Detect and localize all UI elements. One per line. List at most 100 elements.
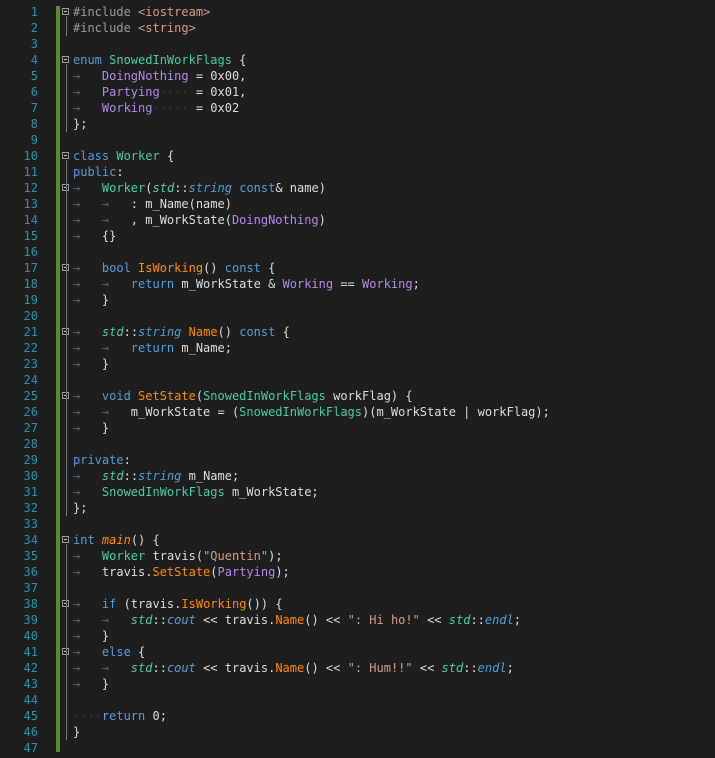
code-line[interactable]: 31 → SnowedInWorkFlags m_WorkState;: [24, 484, 715, 500]
code-line[interactable]: 35 → Worker travis("Quentin");: [24, 548, 715, 564]
code-token: :: [123, 453, 131, 467]
code-line[interactable]: 30 → std::string m_Name;: [24, 468, 715, 484]
code-token: →: [73, 69, 102, 83]
code-token: m_WorkState;: [224, 485, 319, 499]
code-text: → }: [73, 420, 109, 436]
code-line[interactable]: 45 ····return 0;: [24, 708, 715, 724]
code-token: & name): [275, 181, 326, 195]
code-line[interactable]: 9: [31, 132, 715, 148]
code-text: → {}: [73, 228, 116, 244]
code-line[interactable]: 20: [24, 308, 715, 324]
code-token: SetState: [138, 389, 196, 403]
code-token: <<: [412, 661, 442, 675]
code-line[interactable]: 38 → if (travis.IsWorking()) {: [24, 596, 715, 612]
code-token: SnowedInWorkFlags: [239, 405, 362, 419]
code-token: Name: [275, 661, 305, 675]
code-text: → → std::cout << travis.Name() << ": Hi …: [73, 612, 521, 628]
line-number: 23: [23, 357, 38, 371]
code-line[interactable]: 19 → }: [24, 292, 715, 308]
code-token: Worker: [101, 181, 146, 195]
code-token: m_WorkState = (: [130, 405, 240, 419]
collapse-icon[interactable]: [62, 152, 69, 159]
code-line[interactable]: 37: [24, 580, 715, 596]
code-line[interactable]: 17 → bool IsWorking() const {: [24, 260, 715, 276]
code-token: m_Name;: [181, 469, 240, 483]
code-line[interactable]: 46}: [24, 724, 715, 740]
code-line[interactable]: 12 → Worker(std::string const& name): [24, 180, 715, 196]
code-line[interactable]: 13 → → : m_Name(name): [24, 196, 715, 212]
code-text: #include <iostream>: [73, 4, 210, 20]
line-number: 13: [23, 197, 38, 211]
code-token: std: [448, 613, 471, 627]
code-line[interactable]: 28: [24, 436, 715, 452]
line-number: 28: [23, 437, 38, 451]
code-line[interactable]: 10 class Worker {: [24, 148, 715, 164]
code-token: →: [73, 645, 102, 659]
collapse-icon[interactable]: [62, 8, 69, 15]
code-line[interactable]: 44: [24, 692, 715, 708]
code-line[interactable]: 18 → → return m_WorkState & Working == Wo…: [24, 276, 715, 292]
code-line[interactable]: 33: [24, 516, 715, 532]
fold-guide-line: [66, 336, 67, 372]
code-line[interactable]: 1 #include <iostream>: [31, 4, 715, 20]
code-line[interactable]: 5 → DoingNothing = 0x00,: [31, 68, 715, 84]
code-line[interactable]: 42 → → std::cout << travis.Name() << ": H…: [24, 660, 715, 676]
line-number: 42: [23, 661, 38, 675]
code-line[interactable]: 15 → {}: [24, 228, 715, 244]
code-token: ()) {: [246, 597, 283, 611]
code-line[interactable]: 27 → }: [24, 420, 715, 436]
code-line[interactable]: 16: [24, 244, 715, 260]
collapse-icon[interactable]: [62, 56, 69, 63]
collapse-icon[interactable]: [62, 536, 69, 543]
code-line[interactable]: 7 → Working····· = 0x02: [31, 100, 715, 116]
code-line[interactable]: 3: [31, 36, 715, 52]
code-text: → DoingNothing = 0x00,: [73, 68, 246, 84]
code-line[interactable]: 8};: [31, 116, 715, 132]
code-line[interactable]: 11 public:: [24, 164, 715, 180]
code-line[interactable]: 29 private:: [24, 452, 715, 468]
code-line[interactable]: 25 → void SetState(SnowedInWorkFlags work…: [24, 388, 715, 404]
code-token: ::: [152, 661, 167, 675]
code-line[interactable]: 34 int main() {: [24, 532, 715, 548]
line-number: 27: [23, 421, 38, 435]
code-line[interactable]: 21 → std::string Name() const {: [24, 324, 715, 340]
code-token: →: [73, 597, 102, 611]
line-number: 12: [23, 181, 38, 195]
code-text: → std::string m_Name;: [73, 468, 239, 484]
code-token: }: [101, 629, 110, 643]
code-token: ": Hi ho!": [347, 613, 420, 627]
code-line[interactable]: 2 #include <string>: [31, 20, 715, 36]
code-line[interactable]: 23 → }: [24, 356, 715, 372]
code-line[interactable]: 47: [24, 740, 715, 756]
code-token: m_Name;: [181, 341, 232, 355]
code-area[interactable]: 1 #include <iostream> 2 #include <string> 3 4…: [24, 4, 715, 756]
code-line[interactable]: 36 → travis.SetState(Partying);: [24, 564, 715, 580]
code-text: → if (travis.IsWorking()) {: [73, 596, 283, 612]
line-number: 14: [23, 213, 38, 227]
code-token: };: [73, 117, 88, 131]
code-token: → →: [73, 613, 131, 627]
code-line[interactable]: 4 enum SnowedInWorkFlags {: [31, 52, 715, 68]
code-text: → Working····· = 0x02: [73, 100, 239, 116]
code-token: → →: [73, 341, 131, 355]
code-line[interactable]: 14 → → , m_WorkState(DoingNothing): [24, 212, 715, 228]
code-line[interactable]: 26 → → m_WorkState = (SnowedInWorkFlags)(…: [24, 404, 715, 420]
code-token: Working: [101, 101, 153, 115]
code-line[interactable]: 43 → }: [24, 676, 715, 692]
code-line[interactable]: 39 → → std::cout << travis.Name() << ": H…: [24, 612, 715, 628]
code-line[interactable]: 6 → Partying···· = 0x01,: [31, 84, 715, 100]
code-token: m_WorkState &: [181, 277, 283, 291]
code-line[interactable]: 32};: [24, 500, 715, 516]
line-number: 45: [23, 709, 38, 723]
code-line[interactable]: 22 → → return m_Name;: [24, 340, 715, 356]
code-token: Working: [282, 277, 334, 291]
code-line[interactable]: 24: [24, 372, 715, 388]
code-editor[interactable]: 1 #include <iostream> 2 #include <string> 3 4…: [0, 0, 715, 758]
line-number: 18: [23, 277, 38, 291]
code-line[interactable]: 40 → }: [24, 628, 715, 644]
line-number: 30: [23, 469, 38, 483]
code-token: void: [101, 389, 139, 403]
line-number: 3: [30, 37, 38, 51]
code-token: →: [73, 229, 102, 243]
code-line[interactable]: 41 → else {: [24, 644, 715, 660]
